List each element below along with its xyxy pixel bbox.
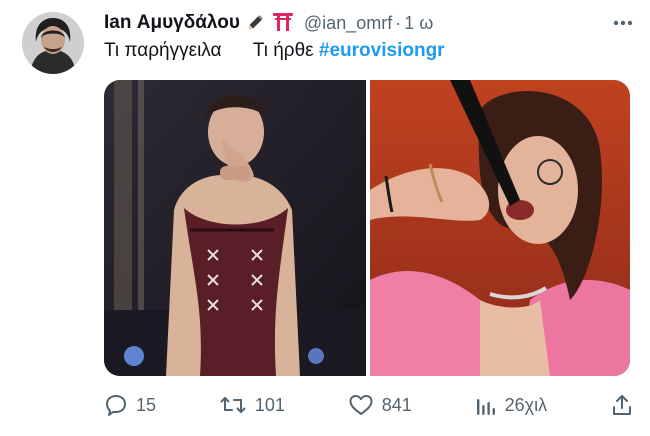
media-photo-left[interactable] (104, 80, 366, 376)
author-handle[interactable]: @ian_omrf (304, 13, 392, 34)
name-emojis (246, 10, 294, 37)
meta-separator: · (395, 12, 402, 33)
more-options-icon[interactable] (612, 12, 634, 34)
like-button[interactable]: 841 (348, 393, 412, 417)
share-button[interactable] (610, 393, 634, 417)
share-icon (610, 393, 634, 417)
media-photo-right[interactable] (370, 80, 630, 376)
tweet-header: Ian Αμυγδάλου @ian_omrf · 1 ω (104, 10, 634, 36)
photo-right-image (370, 80, 630, 376)
like-count: 841 (381, 394, 412, 415)
tweet-actions: 15 101 841 26χιλ (104, 390, 634, 420)
retweet-icon (219, 393, 247, 417)
author-name[interactable]: Ian Αμυγδάλου (104, 12, 240, 34)
avatar[interactable] (22, 12, 84, 74)
avatar-photo (22, 12, 84, 74)
heart-icon (348, 393, 374, 417)
reply-button[interactable]: 15 (104, 393, 156, 417)
views-count: 26χιλ (504, 394, 548, 415)
tweet-time[interactable]: 1 ω (404, 13, 433, 34)
torii-gate-icon (272, 10, 294, 37)
tweet-text-body: Τι παρήγγειλα Τι ήρθε (104, 40, 319, 61)
pencil-icon (246, 10, 268, 37)
retweet-count: 101 (254, 394, 285, 415)
reply-count: 15 (136, 394, 157, 415)
tweet-media[interactable] (104, 80, 630, 376)
hashtag-link[interactable]: #eurovisiongr (319, 40, 445, 61)
views-button[interactable]: 26χιλ (475, 393, 547, 417)
tweet-text: Τι παρήγγειλα Τι ήρθε #eurovisiongr (104, 40, 445, 62)
views-bar-chart-icon (475, 393, 497, 417)
photo-left-image (104, 80, 366, 376)
reply-icon (104, 393, 128, 417)
retweet-button[interactable]: 101 (219, 393, 285, 417)
